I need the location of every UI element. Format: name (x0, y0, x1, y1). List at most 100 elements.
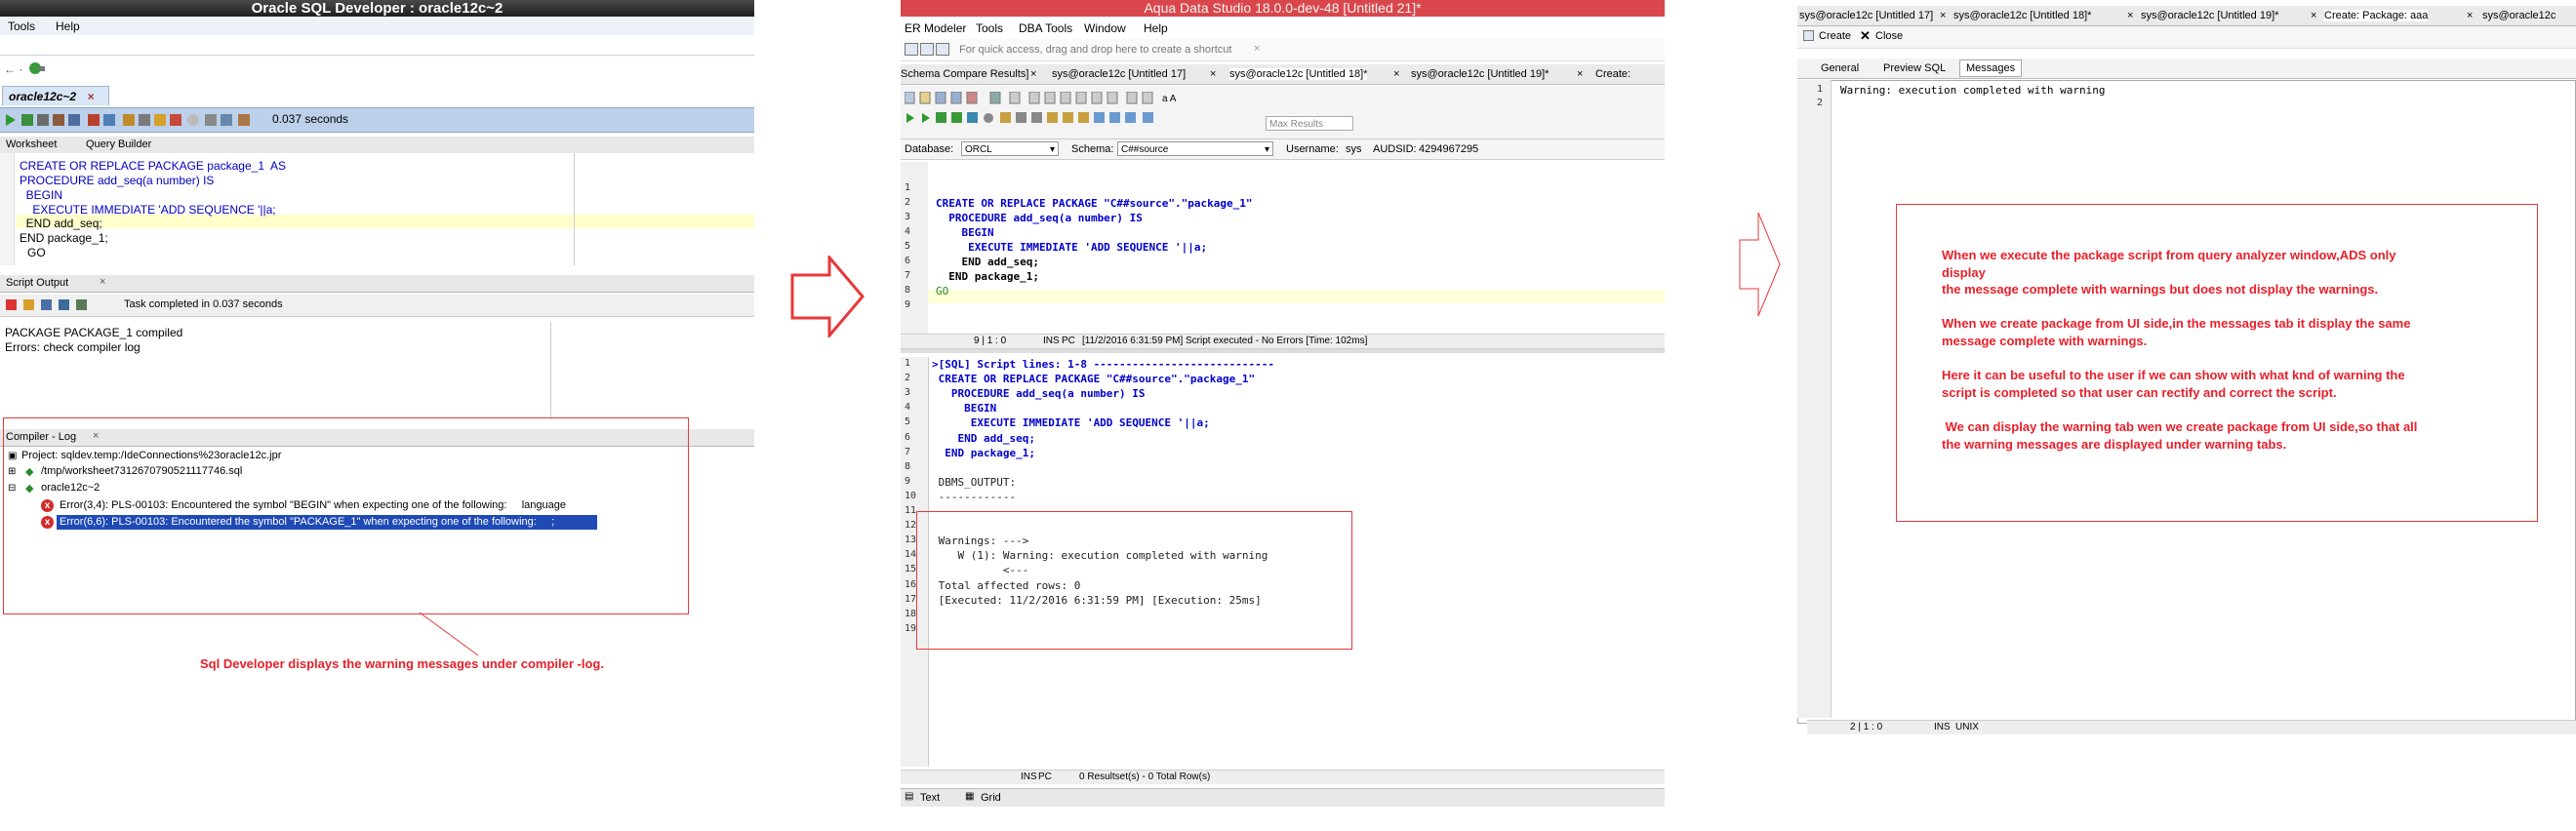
tab-messages[interactable]: Messages (1959, 59, 2023, 77)
tab-close-icon[interactable]: × (1940, 10, 1946, 21)
tab-sys[interactable]: sys@oracle12c (2482, 10, 2556, 21)
note-line: the warning messages are displayed under… (1942, 436, 2287, 452)
note-line: script is completed so that user can rec… (1942, 384, 2337, 400)
line-number: 15 (905, 564, 917, 575)
grid-icon: ▦ (965, 791, 975, 802)
schema-label: Schema: (1071, 143, 1114, 155)
code-line: END add_seq; (936, 256, 1039, 268)
tab-text[interactable]: Text (920, 792, 940, 804)
results-view-tabs: ▤ Text ▦ Grid (901, 788, 1665, 807)
menu-tools[interactable]: Tools (8, 20, 35, 33)
doc-tab-oracle12c[interactable]: oracle12c~2 × (2, 86, 109, 105)
menu-help[interactable]: Help (1144, 21, 1168, 35)
toolbar-icons[interactable]: a A (905, 92, 1275, 131)
tab-create-package[interactable]: Create: Package: aaa (2324, 10, 2429, 21)
line-number: 2 (1817, 98, 1824, 108)
doc-tab-label: oracle12c~2 (9, 90, 77, 103)
close-icon: ✕ (1860, 28, 1871, 43)
close-icon[interactable]: × (87, 90, 94, 103)
database-label: Database: (905, 143, 954, 155)
tab-worksheet[interactable]: Worksheet (6, 138, 57, 150)
schema-select[interactable]: C##source ▾ (1117, 141, 1273, 156)
task-status: Task completed in 0.037 seconds (124, 298, 283, 310)
menu-bar: ER Modeler Tools DBA Tools Window Help (901, 18, 1665, 37)
menu-er-modeler[interactable]: ER Modeler (905, 21, 966, 35)
tab-untitled-17[interactable]: sys@oracle12c [Untitled 17] (1799, 10, 1933, 21)
tab-untitled-18[interactable]: sys@oracle12c [Untitled 18]* (1229, 68, 1368, 80)
tab-query-builder[interactable]: Query Builder (86, 138, 151, 150)
menu-help[interactable]: Help (56, 20, 80, 33)
status-message: [11/2/2016 6:31:59 PM] Script executed -… (1082, 336, 1368, 346)
callout-line (419, 612, 479, 656)
tab-general[interactable]: General (1821, 62, 1859, 74)
line-number: 11 (905, 505, 917, 516)
tab-close-icon[interactable]: × (2311, 10, 2316, 21)
note-line: Here it can be useful to the user if we … (1942, 368, 2405, 383)
line-number: 5 (905, 241, 911, 252)
code-line: PROCEDURE add_seq(a number) IS (936, 212, 1143, 224)
code-line: END add_seq; (20, 217, 102, 230)
toolbar-icon[interactable] (936, 43, 949, 56)
elapsed-time: 0.037 seconds (272, 112, 349, 126)
max-results-input[interactable]: Max Results (1266, 116, 1353, 131)
code-line: BEGIN (936, 226, 994, 239)
ads-create-package-window: sys@oracle12c [Untitled 17] × sys@oracle… (1797, 0, 2576, 751)
menu-dba-tools[interactable]: DBA Tools (1019, 21, 1072, 35)
tab-preview-sql[interactable]: Preview SQL (1883, 62, 1946, 74)
nav-back-icon[interactable]: ← · (4, 62, 22, 76)
chevron-down-icon: ▾ (1264, 144, 1269, 155)
tab-untitled-18[interactable]: sys@oracle12c [Untitled 18]* (1953, 10, 2091, 21)
note-line: We can display the warning tab wen we cr… (1942, 419, 2418, 434)
worksheet-tabs: Worksheet Query Builder (0, 137, 754, 154)
close-icon[interactable]: × (100, 276, 105, 288)
code-line: CREATE OR REPLACE PACKAGE package_1 AS (20, 159, 286, 173)
tab-close-icon[interactable]: × (2127, 10, 2133, 21)
tab-close-icon[interactable]: × (1577, 68, 1583, 80)
menu-window[interactable]: Window (1084, 21, 1126, 35)
output-toolbar-icons[interactable] (6, 298, 103, 312)
toolbar-icons[interactable] (4, 112, 267, 128)
menu-tools[interactable]: Tools (976, 21, 1003, 35)
unix-indicator: UNIX (1955, 722, 1979, 732)
line-number: 4 (905, 402, 911, 414)
note-line: display (1942, 264, 1986, 280)
results-status-bar: INS PC 0 Resultset(s) - 0 Total Row(s) (901, 770, 1665, 784)
tab-untitled-19[interactable]: sys@oracle12c [Untitled 19]* (1411, 68, 1549, 80)
tab-schema-compare[interactable]: Schema Compare Results] (901, 68, 1028, 80)
annotation-text: Sql Developer displays the warning messa… (200, 656, 604, 671)
username-label: Username: (1286, 143, 1339, 155)
tab-grid[interactable]: Grid (981, 792, 1001, 804)
tab-script-output[interactable]: Script Output (6, 277, 68, 289)
close-icon[interactable]: × (1254, 43, 1260, 55)
arrow-right-icon (1739, 212, 1781, 317)
tab-untitled-17[interactable]: sys@oracle12c [Untitled 17] (1052, 68, 1186, 80)
pc-indicator: PC (1038, 772, 1052, 782)
tab-close-icon[interactable]: × (1393, 68, 1399, 80)
database-select[interactable]: ORCL ▾ (961, 141, 1059, 156)
current-line-highlight (16, 215, 754, 228)
splitter[interactable] (901, 349, 1665, 353)
close-button[interactable]: Close (1875, 30, 1903, 42)
tab-close-icon[interactable]: × (1030, 68, 1036, 80)
result-line: DBMS_OUTPUT: (932, 475, 1017, 489)
highlight-box (3, 417, 689, 614)
tab-create[interactable]: Create: (1595, 68, 1630, 80)
line-number: 1 (905, 182, 911, 193)
tab-untitled-19[interactable]: sys@oracle12c [Untitled 19]* (2141, 10, 2278, 21)
line-number: 12 (905, 520, 917, 532)
connections-icon[interactable] (27, 60, 49, 76)
messages-status-bar: 2 | 1 : 0 INS UNIX (1807, 720, 2576, 734)
create-subtabs: General Preview SQL Messages (1797, 59, 2576, 79)
toolbar-icon[interactable] (920, 43, 934, 56)
schema-value: C##source (1121, 144, 1169, 155)
cursor-position: 9 | 1 : 0 (974, 336, 1007, 346)
tab-close-icon[interactable]: × (1210, 68, 1216, 80)
toolbar-icon[interactable] (905, 43, 918, 56)
tab-close-icon[interactable]: × (2467, 10, 2473, 21)
editor-tabs: Schema Compare Results] × sys@oracle12c … (901, 64, 1665, 85)
create-button[interactable]: Create (1819, 30, 1851, 42)
line-number: 1 (905, 358, 911, 369)
code-line: BEGIN (20, 188, 63, 202)
code-line: PROCEDURE add_seq(a number) IS (20, 174, 215, 187)
code-line: GO (27, 246, 46, 259)
